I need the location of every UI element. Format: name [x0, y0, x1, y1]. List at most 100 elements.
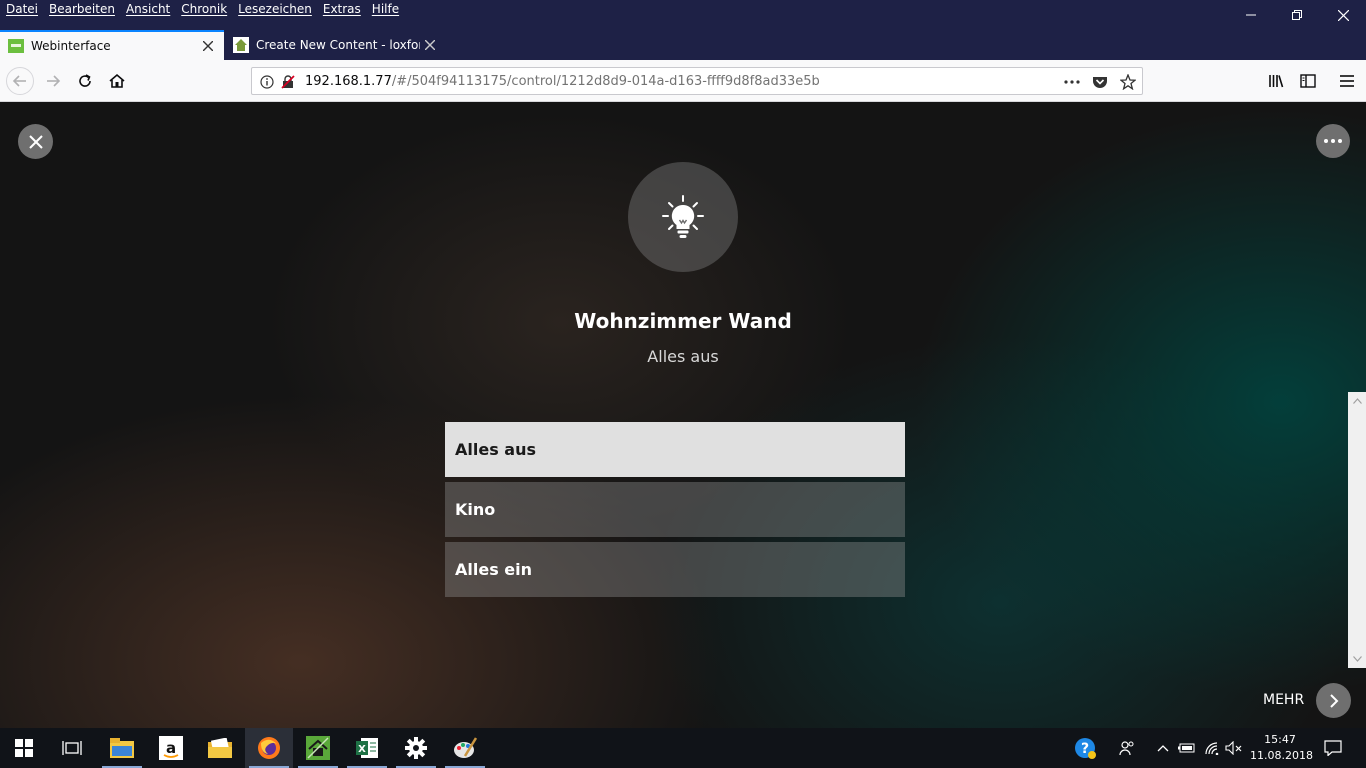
help-question-icon: ? [1075, 738, 1096, 759]
taskbar-settings[interactable] [392, 728, 440, 768]
firefox-icon [258, 737, 280, 759]
menu-chronik[interactable]: Chronik [181, 2, 227, 16]
library-button[interactable] [1262, 67, 1290, 95]
close-tab-icon[interactable] [198, 36, 218, 56]
close-tab-icon[interactable] [420, 35, 440, 55]
clock-date: 11.08.2018 [1250, 749, 1313, 762]
back-button[interactable] [6, 67, 34, 95]
menu-hilfe[interactable]: Hilfe [372, 2, 399, 16]
main-menu-button[interactable] [1333, 67, 1361, 95]
light-bulb-icon [662, 195, 704, 238]
excel-icon: X [356, 738, 378, 758]
taskbar-paint[interactable] [441, 728, 489, 768]
url-path: /#/504f94113175/control/1212d8d9-014a-d1… [391, 74, 820, 89]
task-view-icon [62, 741, 82, 755]
control-state: Alles aus [647, 347, 719, 366]
clock-time: 15:47 [1264, 733, 1296, 746]
taskbar-mail-folder[interactable] [196, 728, 244, 768]
page-actions-icon[interactable] [1063, 73, 1081, 91]
info-icon[interactable] [258, 73, 276, 91]
forward-arrow-icon [47, 75, 61, 87]
taskbar-file-explorer[interactable] [98, 728, 146, 768]
menu-datei[interactable]: Datei [6, 2, 38, 16]
control-title: Wohnzimmer Wand [574, 309, 792, 333]
task-view-button[interactable] [48, 728, 96, 768]
battery-tray[interactable] [1177, 738, 1197, 758]
library-icon [1269, 75, 1284, 88]
forward-button[interactable] [39, 67, 67, 95]
pocket-icon[interactable] [1091, 73, 1109, 91]
reload-icon [79, 74, 91, 87]
menu-extras[interactable]: Extras [323, 2, 361, 16]
taskbar-clock[interactable]: 15:47 11.08.2018 [1250, 732, 1313, 764]
menu-lesezeichen[interactable]: Lesezeichen [238, 2, 312, 16]
svg-text:X: X [358, 744, 366, 755]
menu-bar: Datei Bearbeiten Ansicht Chronik Lesezei… [0, 0, 1366, 30]
notifications-icon [1324, 740, 1342, 756]
volume-tray[interactable] [1224, 738, 1244, 758]
chevron-right-icon [1329, 693, 1338, 708]
sidebar-icon [1300, 74, 1316, 88]
close-window-button[interactable] [1320, 4, 1366, 26]
close-icon [28, 134, 43, 149]
vertical-scrollbar[interactable] [1348, 392, 1366, 668]
scene-alles-aus[interactable]: Alles aus [445, 422, 905, 477]
action-center[interactable] [1323, 738, 1343, 758]
loxforum-favicon-icon [233, 37, 249, 53]
more-label[interactable]: MEHR [1263, 692, 1304, 708]
bookmark-star-icon[interactable] [1119, 73, 1137, 91]
hamburger-menu-icon [1340, 75, 1354, 87]
close-control-button[interactable] [18, 124, 53, 159]
navigation-bar: 192.168.1.77/#/504f94113175/control/1212… [0, 60, 1366, 102]
home-icon [109, 73, 125, 88]
taskbar-green-home-app[interactable] [294, 728, 342, 768]
menu-ansicht[interactable]: Ansicht [126, 2, 170, 16]
wifi-icon [1205, 742, 1219, 755]
restore-icon [1292, 10, 1302, 20]
settings-gear-icon [405, 737, 427, 759]
scroll-down-icon[interactable] [1352, 654, 1362, 664]
menu-bearbeiten[interactable]: Bearbeiten [49, 2, 115, 16]
start-button[interactable] [0, 728, 48, 768]
people-tray[interactable] [1117, 738, 1137, 758]
people-icon [1119, 741, 1134, 756]
scene-kino[interactable]: Kino [445, 482, 905, 537]
more-options-button[interactable] [1316, 124, 1350, 158]
amazon-icon: a [159, 736, 183, 760]
chevron-up-icon [1157, 745, 1169, 752]
close-icon [1337, 9, 1349, 21]
green-home-app-icon [306, 736, 330, 760]
more-dots-icon [1324, 139, 1342, 143]
wifi-tray[interactable] [1202, 738, 1222, 758]
scene-alles-ein[interactable]: Alles ein [445, 542, 905, 597]
loxone-favicon-icon [8, 38, 24, 54]
scroll-up-icon[interactable] [1352, 396, 1362, 406]
taskbar-firefox[interactable] [245, 728, 293, 768]
volume-muted-icon [1225, 741, 1242, 755]
start-icon [15, 739, 33, 757]
menu-items: Datei Bearbeiten Ansicht Chronik Lesezei… [6, 2, 410, 16]
svg-text:a: a [166, 739, 176, 757]
tab-title: Webinterface [31, 39, 111, 53]
insecure-lock-icon[interactable] [279, 73, 297, 91]
more-next-button[interactable] [1316, 683, 1351, 718]
url-host: 192.168.1.77 [305, 74, 392, 89]
restore-button[interactable] [1274, 4, 1320, 26]
tab-webinterface[interactable]: Webinterface [0, 30, 224, 60]
url-bar[interactable]: 192.168.1.77/#/504f94113175/control/1212… [251, 67, 1143, 95]
taskbar-excel[interactable]: X [343, 728, 391, 768]
reload-button[interactable] [71, 67, 99, 95]
show-hidden-icons[interactable] [1153, 738, 1173, 758]
sidebar-button[interactable] [1294, 67, 1322, 95]
help-tray[interactable]: ? [1073, 736, 1097, 760]
control-icon-circle [628, 162, 738, 272]
tab-title: Create New Content - loxforum [256, 38, 420, 52]
mail-folder-icon [208, 738, 232, 758]
minimize-button[interactable] [1228, 4, 1274, 26]
tab-strip: Webinterface Create New Content - loxfor… [0, 30, 1366, 82]
taskbar-amazon[interactable]: a [147, 728, 195, 768]
tab-loxforum[interactable]: Create New Content - loxforum [225, 30, 446, 60]
url-text: 192.168.1.77/#/504f94113175/control/1212… [305, 74, 820, 89]
windows-taskbar: a X ? 15:47 11.08.2018 [0, 728, 1366, 768]
home-button[interactable] [103, 67, 131, 95]
